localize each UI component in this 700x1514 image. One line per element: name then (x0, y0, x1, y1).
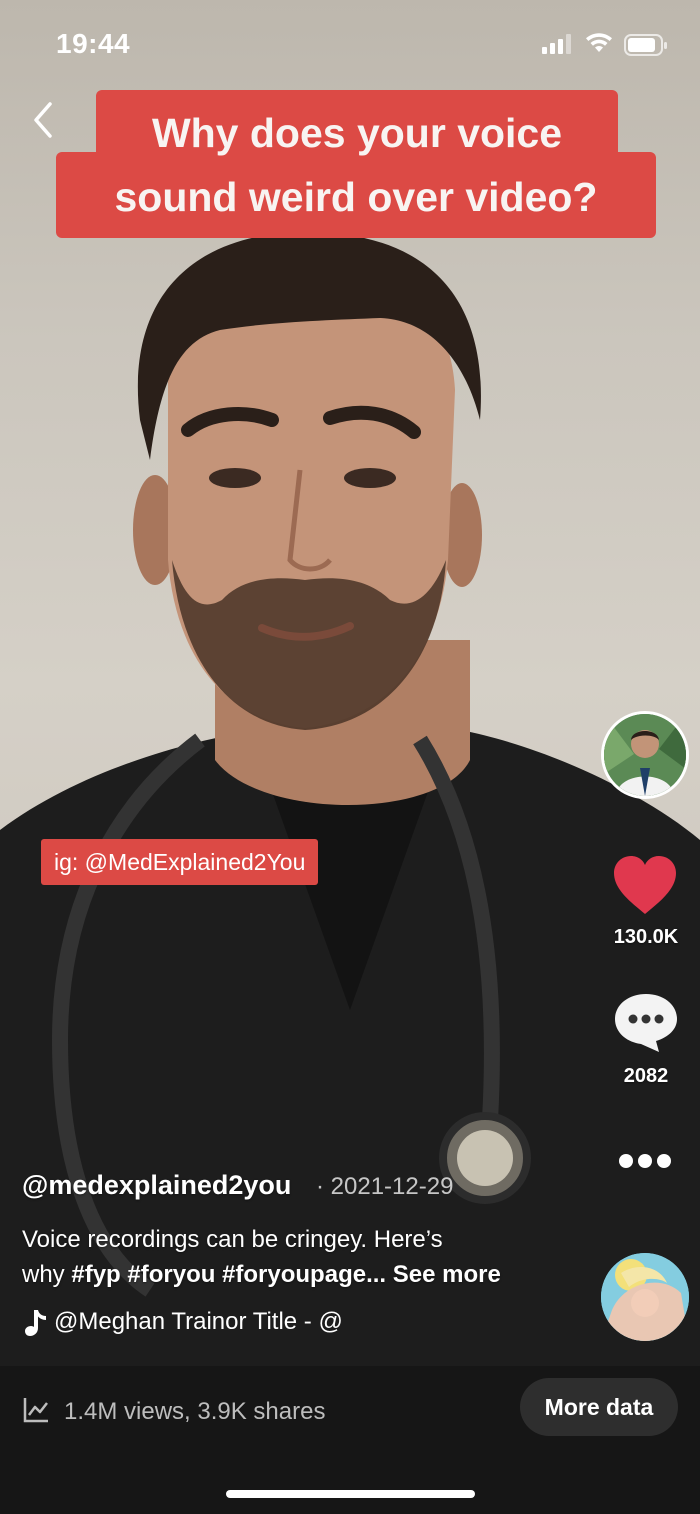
music-disc[interactable] (601, 1253, 689, 1341)
see-more-link[interactable]: See more (393, 1261, 501, 1288)
status-bar: 19:44 (0, 0, 700, 90)
video-title-line-1: Why does your voice (151, 110, 563, 156)
music-disc-image (601, 1253, 689, 1341)
creator-username[interactable]: @medexplained2you (22, 1170, 291, 1201)
caption-text: Voice recordings can be cringey. Here’s (22, 1226, 443, 1253)
more-options-icon[interactable] (612, 1148, 678, 1174)
views-shares-stats: 1.4M views, 3.9K shares (64, 1398, 326, 1425)
more-data-button[interactable]: More data (520, 1378, 678, 1436)
status-time: 19:44 (56, 28, 131, 59)
tiktok-video-screen: 19:44 Why does your voice sound weird ov… (0, 0, 700, 1514)
analytics-chart-icon (23, 1398, 48, 1423)
wifi-icon (586, 33, 612, 52)
post-date: · 2021-12-29 (316, 1173, 454, 1200)
back-chevron-icon[interactable] (26, 98, 62, 142)
creator-avatar[interactable] (601, 711, 689, 799)
video-title-line-2: sound weird over video? (114, 174, 598, 220)
video-caption: Voice recordings can be cringey. Here’s … (22, 1222, 562, 1292)
cellular-signal-icon (542, 34, 571, 54)
like-count: 130.0K (613, 926, 679, 948)
bottom-stats-bar: 1.4M views, 3.9K shares More data (0, 1366, 700, 1514)
comment-bubble-icon[interactable] (613, 992, 679, 1052)
avatar-image (604, 714, 686, 796)
music-title[interactable]: @Meghan Trainor Title - @ (54, 1308, 384, 1336)
like-heart-icon[interactable] (612, 854, 678, 916)
caption-hashtags[interactable]: #fyp #foryou #foryoupage... (71, 1261, 386, 1288)
instagram-handle-label: ig: @MedExplained2You (41, 839, 319, 885)
tiktok-music-note-icon (25, 1310, 46, 1336)
home-indicator[interactable] (226, 1490, 475, 1498)
comment-count: 2082 (623, 1065, 669, 1087)
caption-text-continued: why (22, 1261, 72, 1288)
battery-icon (624, 34, 667, 56)
